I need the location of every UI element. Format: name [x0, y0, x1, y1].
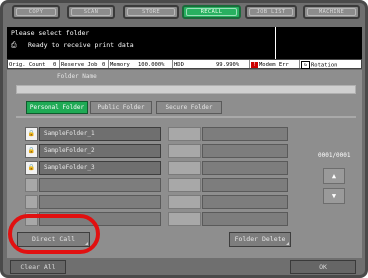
folder-slot-empty[interactable]	[39, 195, 161, 209]
tab-secure-folder[interactable]: Secure Folder	[156, 101, 222, 114]
printer-icon: ⎙	[11, 41, 17, 49]
lock-cell-empty	[168, 161, 201, 175]
modem-error: ! Modem Err	[251, 61, 289, 68]
folder-slot-empty[interactable]	[202, 195, 288, 209]
orig-count-label: Orig. Count	[9, 62, 46, 68]
rotation-status: ↻ Rotation	[301, 61, 338, 69]
scroll-down-button[interactable]: ▼	[323, 188, 345, 204]
folder-item[interactable]: SampleFolder_2	[39, 144, 161, 158]
reserve-job-value: 0	[102, 62, 106, 68]
message-panel: Please select folder ⎙ Ready to receive …	[7, 27, 362, 59]
folder-slot-empty[interactable]	[202, 127, 288, 141]
tab-recall[interactable]: RECALL	[182, 5, 241, 19]
down-arrow-icon: ▼	[331, 192, 337, 200]
lock-cell-empty	[168, 195, 201, 209]
folder-item[interactable]: SampleFolder_1	[39, 127, 161, 141]
up-arrow-icon: ▲	[331, 172, 337, 180]
status-bar: Orig. Count 0 Reserve Job 0 Memory 100.0…	[7, 59, 362, 69]
lock-cell-empty	[168, 178, 201, 192]
print-status-text: Ready to receive print data	[28, 41, 134, 49]
clear-all-button[interactable]: Clear All	[10, 260, 66, 274]
folder-name-label: Folder Name	[57, 73, 97, 80]
orig-count-value: 0	[53, 62, 57, 68]
bottom-bar: Clear All OK	[0, 258, 368, 278]
divider	[16, 116, 356, 118]
tab-job-list[interactable]: JOB LIST	[245, 5, 297, 19]
lock-icon: 🔒	[25, 161, 38, 175]
tab-scan[interactable]: SCAN	[67, 5, 115, 19]
folder-delete-button[interactable]: Folder Delete	[229, 232, 291, 247]
lock-cell-empty	[168, 127, 201, 141]
message-title: Please select folder	[11, 29, 90, 37]
folder-slot-empty[interactable]	[202, 144, 288, 158]
ok-button[interactable]: OK	[290, 260, 356, 274]
memory-value: 100.000%	[138, 62, 165, 68]
page-counter: 0001/0001	[318, 152, 351, 159]
folder-slot-empty[interactable]	[39, 178, 161, 192]
reserve-job-label: Reserve Job	[61, 62, 98, 68]
hdd-value: 99.990%	[216, 62, 240, 68]
memory-label: Memory	[110, 62, 130, 68]
tab-copy[interactable]: COPY	[12, 5, 60, 19]
hdd-label: HDD	[174, 62, 184, 68]
modem-error-icon: !	[251, 61, 258, 68]
folder-slot-empty[interactable]	[202, 178, 288, 192]
tab-store[interactable]: STORE	[123, 5, 179, 19]
lock-icon: 🔒	[25, 144, 38, 158]
lock-icon: 🔒	[25, 127, 38, 141]
folder-slot-empty[interactable]	[202, 212, 288, 226]
folder-slot-empty[interactable]	[202, 161, 288, 175]
highlight-circle	[8, 214, 100, 254]
tab-machine[interactable]: MACHINE	[303, 5, 360, 19]
folder-item[interactable]: SampleFolder_3	[39, 161, 161, 175]
lock-cell-empty	[25, 178, 38, 192]
tab-public-folder[interactable]: Public Folder	[90, 101, 152, 114]
lock-cell-empty	[168, 212, 201, 226]
rotation-icon: ↻	[301, 61, 310, 69]
folder-name-field[interactable]	[16, 85, 356, 94]
lock-cell-empty	[25, 195, 38, 209]
message-divider	[275, 27, 276, 59]
scroll-up-button[interactable]: ▲	[323, 168, 345, 184]
tab-personal-folder[interactable]: Personal Folder	[26, 101, 88, 114]
lock-cell-empty	[168, 144, 201, 158]
